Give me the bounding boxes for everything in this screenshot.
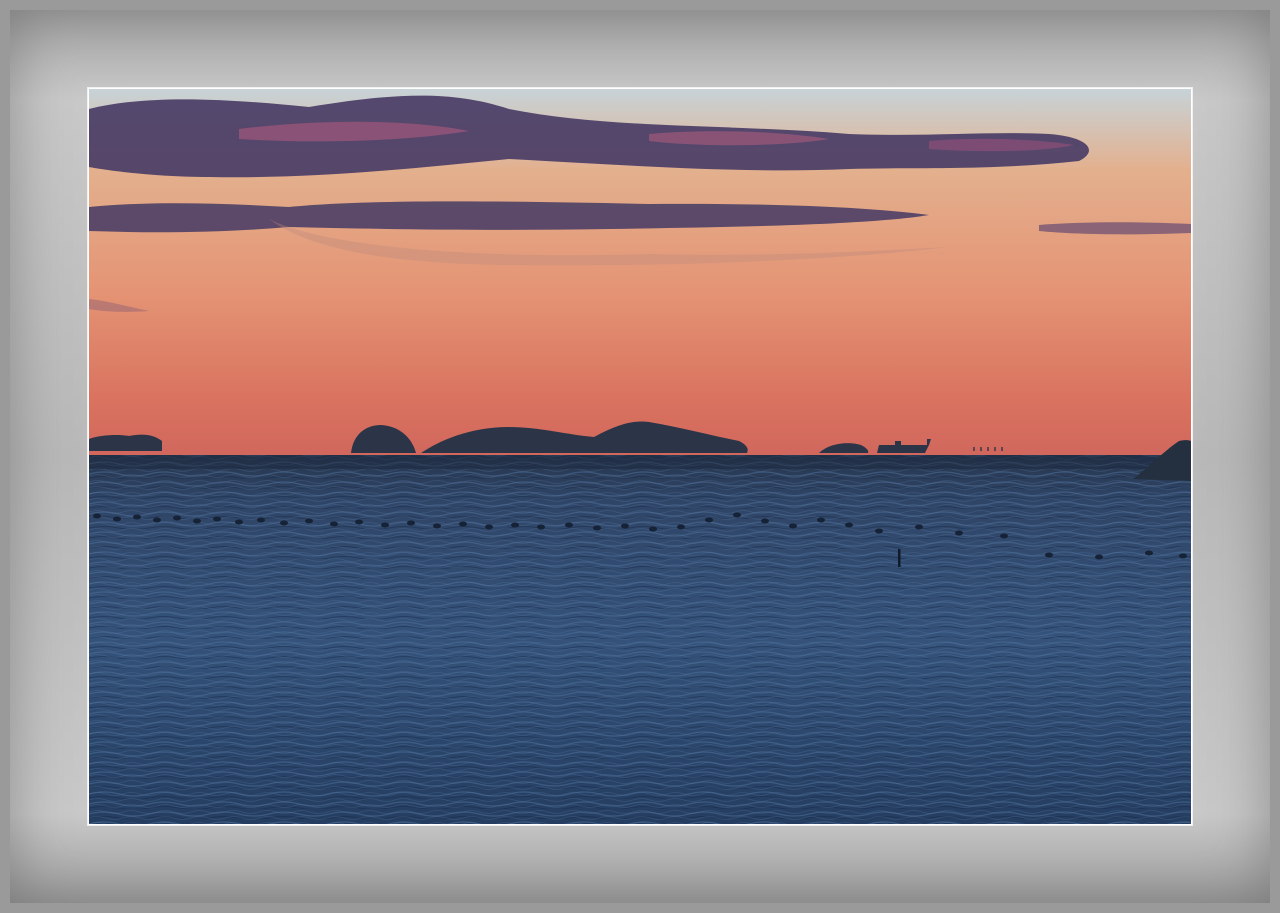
horizon-band — [89, 455, 1191, 469]
sunset-sea-photo — [89, 89, 1191, 824]
sea-ripples-fine — [89, 455, 1191, 824]
photo-canvas — [89, 89, 1191, 824]
island-left — [89, 434, 162, 451]
